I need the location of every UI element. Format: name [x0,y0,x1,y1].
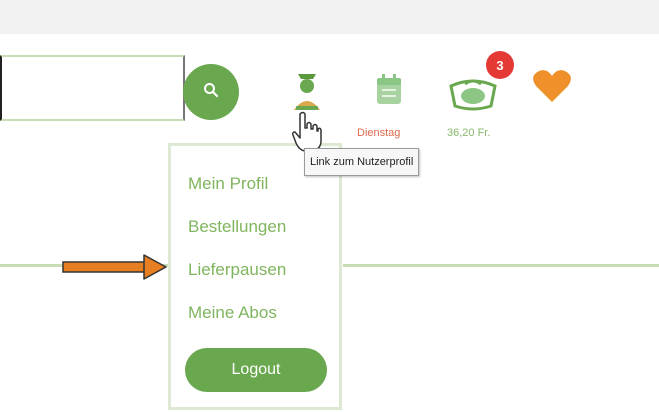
content-divider [343,264,659,267]
top-bar [0,0,659,34]
cart-icon [449,79,497,111]
cart-total-label: 36,20 Fr. [447,127,491,139]
menu-item-my-subscriptions[interactable]: Meine Abos [188,303,277,323]
search-button[interactable] [183,64,239,120]
menu-item-delivery-pauses[interactable]: Lieferpausen [188,260,286,280]
user-icon [294,74,320,110]
menu-item-orders[interactable]: Bestellungen [188,217,286,237]
cart-count-badge: 3 [486,51,514,79]
search-input[interactable] [0,55,185,121]
user-profile-link[interactable] [292,70,322,112]
cart-link[interactable] [447,76,499,112]
delivery-calendar-link[interactable] [372,72,406,108]
heart-icon [533,70,571,102]
delivery-day-label: Dienstag [357,127,401,139]
search-icon [203,82,219,103]
favorites-link[interactable] [531,68,573,104]
profile-tooltip: Link zum Nutzerprofil [304,148,420,176]
menu-item-my-profile[interactable]: Mein Profil [188,174,268,194]
user-menu-dropdown: Mein Profil Bestellungen Lieferpausen Me… [168,143,342,410]
logout-button[interactable]: Logout [185,348,327,392]
annotation-arrow [62,254,167,280]
calendar-icon [377,74,401,104]
